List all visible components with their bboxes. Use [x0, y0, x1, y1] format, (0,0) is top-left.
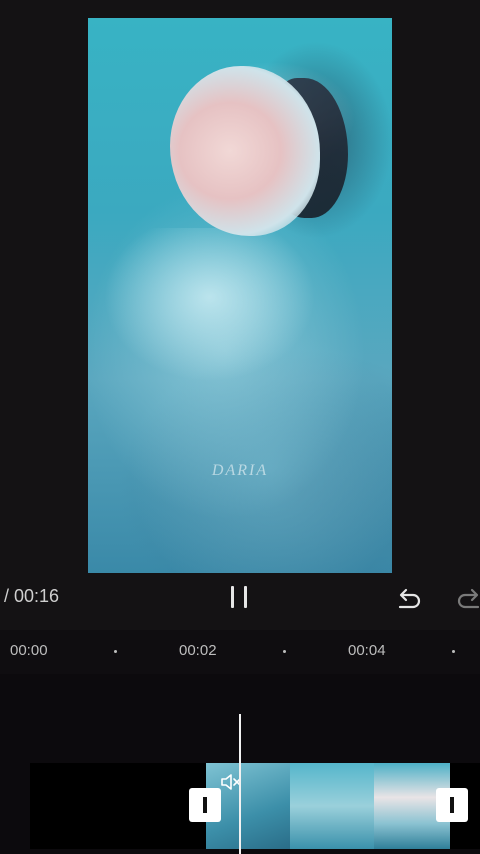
ruler-label-1: 00:02 [179, 642, 217, 659]
video-subject-head [170, 66, 320, 236]
trim-handle-right[interactable] [436, 788, 468, 822]
video-subject-body [88, 228, 392, 573]
video-preview[interactable]: DARIA [88, 18, 392, 573]
trim-handle-grip [203, 797, 207, 813]
pause-icon-bar-left [231, 586, 234, 608]
pause-button[interactable] [226, 584, 254, 612]
watermark-text: DARIA [211, 462, 269, 479]
playhead[interactable] [239, 714, 241, 854]
redo-icon [457, 588, 480, 609]
trim-handle-left[interactable] [189, 788, 221, 822]
ruler-label-0: 00:00 [10, 642, 48, 659]
undo-button[interactable] [394, 586, 424, 612]
ruler-label-2: 00:04 [348, 642, 386, 659]
trim-handle-grip [450, 797, 454, 813]
pause-icon-bar-right [244, 586, 247, 608]
time-ruler[interactable]: 00:00 00:02 00:04 [0, 630, 480, 674]
ruler-dot [114, 650, 117, 653]
video-clip[interactable] [206, 763, 450, 849]
timeline-area[interactable] [0, 674, 480, 854]
video-preview-area: DARIA [0, 0, 480, 578]
redo-button[interactable] [454, 586, 480, 612]
ruler-dot [283, 650, 286, 653]
ruler-dot [452, 650, 455, 653]
clip-thumbnail [290, 763, 374, 849]
playback-controls: / 00:16 [0, 578, 480, 630]
duration-readout: / 00:16 [4, 586, 60, 606]
undo-icon [398, 588, 421, 609]
